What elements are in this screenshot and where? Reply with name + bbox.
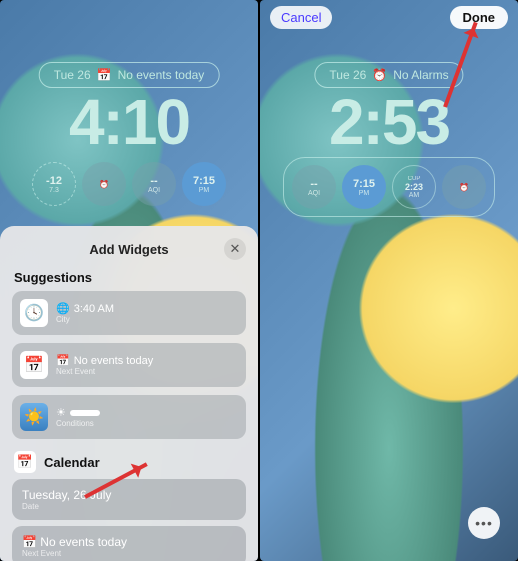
- temp-bar: [70, 410, 100, 416]
- cancel-button[interactable]: Cancel: [270, 6, 332, 29]
- calendar-date-card[interactable]: Tuesday, 26 July Date: [12, 479, 246, 520]
- calendar-app-icon: 📅: [20, 351, 48, 379]
- close-button[interactable]: ✕: [224, 238, 246, 260]
- phone-right: Cancel Done Tue 26 ⏰ No Alarms 2:53 -- A…: [260, 0, 518, 561]
- time-widget[interactable]: 7:15 PM: [342, 165, 386, 209]
- close-icon: ✕: [230, 241, 241, 257]
- alarm-widget[interactable]: ⏰: [82, 162, 126, 206]
- suggestions-label: Suggestions: [0, 262, 258, 291]
- cal-mini-icon: 📅: [22, 535, 40, 549]
- cal-small-icon: 📅: [56, 354, 70, 367]
- widget-row-outline[interactable]: -- AQI 7:15 PM CUP 2:23 AM ⏰: [283, 157, 495, 217]
- alarm-icon: ⏰: [99, 180, 109, 189]
- date-text: Tue 26: [329, 68, 366, 82]
- more-button[interactable]: •••: [468, 507, 500, 539]
- aqi-widget[interactable]: -- AQI: [292, 165, 336, 209]
- add-widgets-sheet: Add Widgets ✕ Suggestions 🕓 🌐3:40 AM Cit…: [0, 226, 258, 561]
- sun-icon: ☀: [56, 406, 66, 419]
- widget-row: -12 7.3 ⏰ -- AQI 7:15 PM: [32, 162, 226, 206]
- time-widget[interactable]: 7:15 PM: [182, 162, 226, 206]
- alarm-widget[interactable]: ⏰: [442, 165, 486, 209]
- calendar-events-card[interactable]: 📅 No events today Next Event: [12, 526, 246, 561]
- alarm-icon: ⏰: [372, 68, 387, 82]
- date-events: No events today: [118, 68, 205, 82]
- temp-widget[interactable]: -12 7.3: [32, 162, 76, 206]
- suggestion-clock[interactable]: 🕓 🌐3:40 AM City: [12, 291, 246, 335]
- date-alarms: No Alarms: [393, 68, 448, 82]
- suggestion-weather[interactable]: ☀️ ☀ Conditions: [12, 395, 246, 439]
- calendar-icon: 📅: [97, 68, 112, 82]
- cup-widget[interactable]: CUP 2:23 AM: [392, 165, 436, 209]
- suggestion-calendar[interactable]: 📅 📅No events today Next Event: [12, 343, 246, 387]
- alarm-icon: ⏰: [459, 183, 469, 192]
- clock-time: 4:10: [69, 85, 189, 159]
- date-text: Tue 26: [54, 68, 91, 82]
- sheet-header: Add Widgets ✕: [0, 236, 258, 262]
- weather-icon: ☀️: [20, 403, 48, 431]
- sheet-title: Add Widgets: [89, 242, 168, 257]
- aqi-widget[interactable]: -- AQI: [132, 162, 176, 206]
- calendar-section-icon: 📅: [14, 451, 36, 473]
- clock-icon: 🕓: [20, 299, 48, 327]
- ellipsis-icon: •••: [475, 515, 493, 531]
- clock-time: 2:53: [329, 85, 449, 159]
- globe-icon: 🌐: [56, 302, 70, 315]
- phone-left: Tue 26 📅 No events today 4:10 -12 7.3 ⏰ …: [0, 0, 258, 561]
